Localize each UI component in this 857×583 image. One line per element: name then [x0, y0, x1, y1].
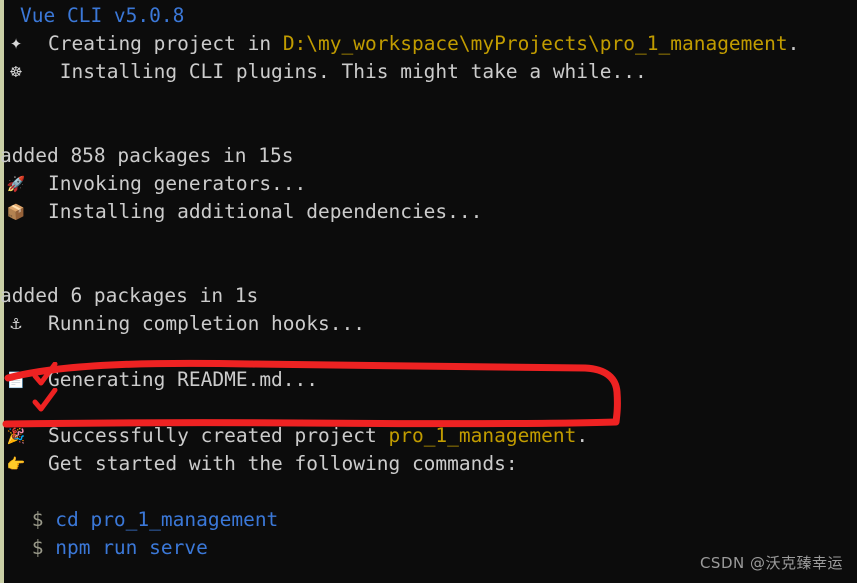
- terminal-text: D:\my_workspace\myProjects\pro_1_managem…: [282, 32, 788, 55]
- terminal-line: Invoking generators...: [48, 170, 306, 198]
- terminal-text: Vue CLI v5.0.8: [20, 4, 185, 27]
- terminal-line: Running completion hooks...: [48, 310, 365, 338]
- terminal-text: npm run serve: [55, 536, 208, 559]
- terminal-text: Invoking generators...: [48, 172, 307, 195]
- document-icon: 📄: [6, 371, 26, 389]
- terminal-text: Get started with the following commands:: [48, 452, 518, 475]
- terminal-text: $: [20, 536, 56, 559]
- terminal-text: Installing CLI plugins. This might take …: [48, 60, 647, 83]
- terminal-text: Running completion hooks...: [48, 312, 365, 335]
- csdn-watermark: CSDN @沃克臻幸运: [699, 554, 843, 572]
- terminal-text: pro_1_management: [388, 424, 577, 447]
- terminal-line: Installing additional dependencies...: [48, 198, 482, 226]
- terminal-line: Generating README.md...: [48, 366, 318, 394]
- terminal-line: added 6 packages in 1s: [0, 282, 258, 310]
- party-popper-icon: 🎉: [6, 427, 26, 445]
- terminal-line: Successfully created project pro_1_manag…: [48, 422, 588, 450]
- terminal-text: .: [787, 32, 800, 55]
- sparkles-icon: ✦: [9, 35, 23, 53]
- pointing-hand-icon: 👉: [6, 455, 26, 473]
- anchor-icon: ⚓: [9, 315, 23, 333]
- terminal-line: added 858 packages in 15s: [0, 142, 294, 170]
- terminal-text: added 6 packages in 1s: [0, 284, 259, 307]
- terminal-output: Vue CLI v5.0.8 ✦ Creating project in D:\my…: [0, 0, 857, 583]
- terminal-line: Creating project in D:\my_workspace\myPr…: [48, 30, 799, 58]
- terminal-text: Creating project in: [48, 32, 283, 55]
- terminal-text: .: [576, 424, 589, 447]
- terminal-text: $: [20, 508, 56, 531]
- terminal-text: Installing additional dependencies...: [48, 200, 483, 223]
- terminal-line: Get started with the following commands:: [48, 450, 518, 478]
- terminal-text: cd pro_1_management: [55, 508, 279, 531]
- terminal-line: Vue CLI v5.0.8: [20, 2, 184, 30]
- terminal-window: Vue CLI v5.0.8 ✦ Creating project in D:\my…: [0, 0, 857, 583]
- terminal-text: Generating README.md...: [48, 368, 319, 391]
- terminal-line: $ npm run serve: [20, 534, 208, 562]
- terminal-line: $ cd pro_1_management: [20, 506, 279, 534]
- rocket-icon: 🚀: [6, 175, 26, 193]
- terminal-text: Successfully created project: [48, 424, 389, 447]
- package-icon: 📦: [6, 203, 26, 221]
- terminal-line: Installing CLI plugins. This might take …: [48, 58, 647, 86]
- terminal-text: added 858 packages in 15s: [0, 144, 294, 167]
- gear-icon: ☸: [9, 63, 23, 81]
